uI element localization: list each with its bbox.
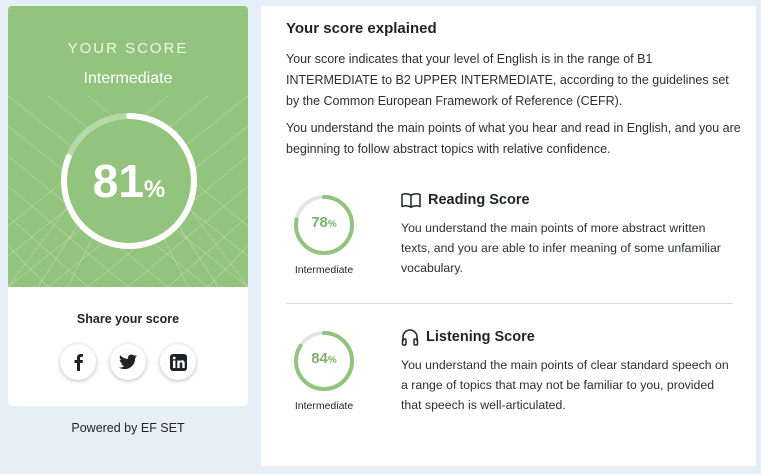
reading-score-title: Reading Score [401,192,530,208]
share-title: Share your score [76,312,180,326]
share-facebook-button[interactable] [60,344,96,380]
headphones-icon [401,329,419,346]
explanation-title: Your score explained [286,20,437,37]
overall-score-number: 81 [92,155,144,207]
facebook-icon [74,354,83,371]
score-card: YOUR SCORE Intermediate 81% Share your s… [8,6,248,406]
listening-level: Intermediate [294,400,354,412]
score-hero: YOUR SCORE Intermediate 81% [8,6,248,287]
listening-score-title: Listening Score [401,328,535,346]
listening-score-number: 84 [311,350,328,367]
reading-score-unit: % [327,219,337,230]
score-sidebar: YOUR SCORE Intermediate 81% Share your s… [0,0,258,474]
your-score-heading: YOUR SCORE [67,40,189,57]
reading-score-number: 78 [311,214,328,231]
explanation-paragraph-summary: You understand the main points of what y… [286,121,741,156]
powered-by-footer: Powered by EF SET [71,421,185,435]
book-icon [401,193,421,208]
reading-level: Intermediate [294,264,354,276]
reading-score-description: You understand the main points of more a… [401,221,721,275]
reading-score-value: 78% [292,214,356,232]
linkedin-icon [169,353,187,371]
twitter-icon [119,354,137,370]
share-twitter-button[interactable] [110,344,146,380]
listening-score-description: You understand the main points of clear … [401,358,729,412]
reading-score-title-text: Reading Score [428,192,530,208]
explanation-paragraph-range: Your score indicates that your level of … [286,52,729,108]
overall-level: Intermediate [83,70,173,87]
listening-score-title-text: Listening Score [426,329,535,345]
overall-score-unit: % [143,176,166,203]
listening-score-value: 84% [292,350,356,368]
section-divider [286,303,733,304]
score-explanation-panel: Your score explained Your score indicate… [261,6,756,466]
share-linkedin-button[interactable] [160,344,196,380]
overall-score-value: 81% [56,154,202,208]
listening-score-unit: % [327,355,337,366]
